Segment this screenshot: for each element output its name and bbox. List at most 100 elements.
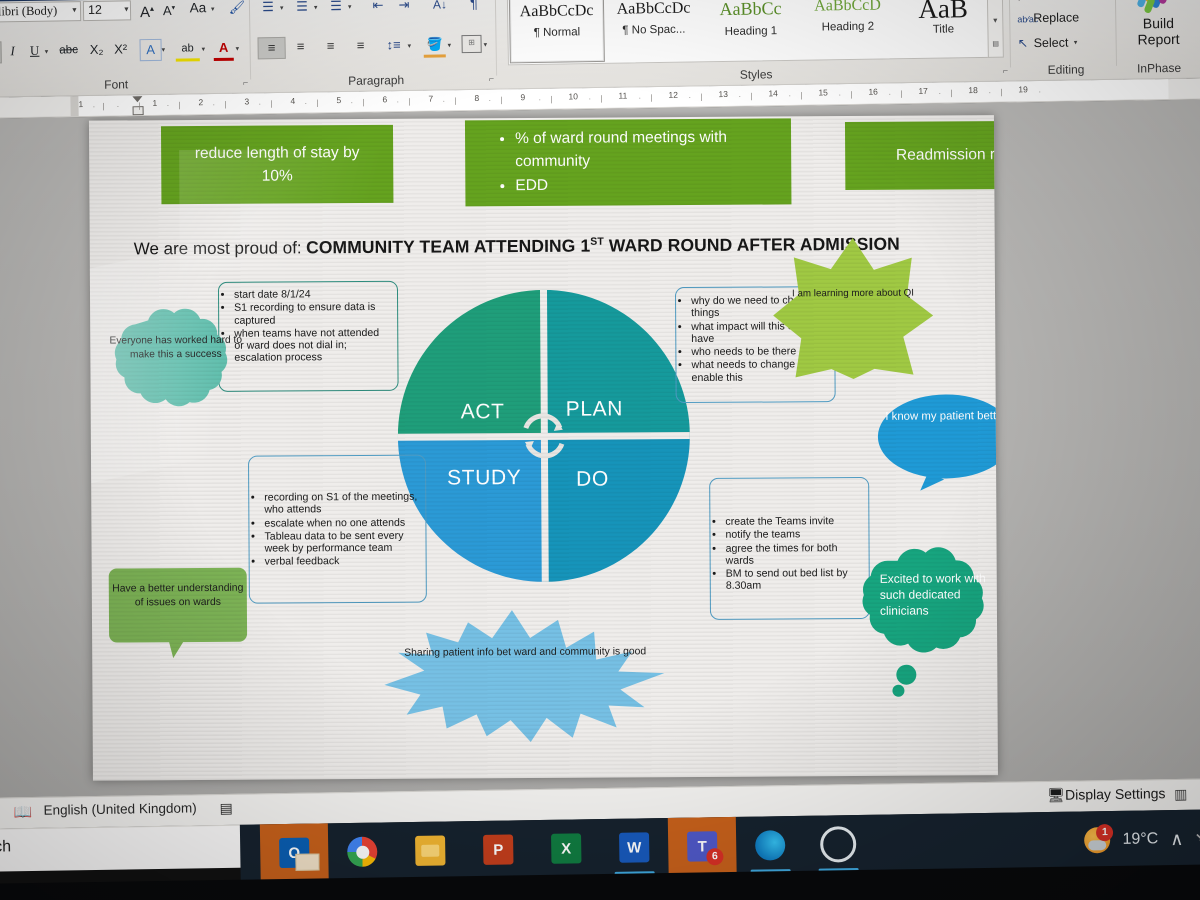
ribbon-group-font: Calibri (Body) ▼ 12 ▼ A▴ A▾ Aa ▾ 🖌 B I U… xyxy=(0,0,252,98)
decrease-indent-icon[interactable]: ⇤ xyxy=(367,0,389,16)
style-normal[interactable]: AaBbCcDc ¶ Normal xyxy=(508,0,605,64)
style-heading-1[interactable]: AaBbCc Heading 1 xyxy=(702,0,799,61)
align-right-icon[interactable]: ≡ xyxy=(317,36,343,56)
show-hidden-icons-chevron-icon[interactable]: ∧ xyxy=(1170,828,1184,849)
first-line-indent-marker[interactable] xyxy=(132,96,143,103)
weather-temperature[interactable]: 19°C xyxy=(1122,830,1158,849)
styles-more-icon[interactable]: ▤ xyxy=(988,33,1002,56)
taskbar-outlook[interactable]: O xyxy=(259,823,329,883)
highlight-icon[interactable]: ab xyxy=(175,38,200,62)
read-mode-icon[interactable]: ▥ xyxy=(1174,786,1187,803)
taskbar-file-explorer[interactable] xyxy=(396,821,465,880)
style-no-spacing[interactable]: AaBbCcDc ¶ No Spac... xyxy=(605,0,702,62)
font-color-dropdown-icon[interactable]: ▾ xyxy=(236,45,240,53)
pdsa-label-plan: PLAN xyxy=(565,397,624,421)
underline-button[interactable]: U xyxy=(25,41,43,61)
bullets-dropdown-icon[interactable]: ▾ xyxy=(280,4,284,12)
cloud-text: Everyone has worked hard to make this a … xyxy=(109,334,243,361)
callout-bullet: start date 8/1/24 xyxy=(234,288,391,301)
shape-star-qi: I am learning more about QI xyxy=(773,236,934,382)
strikethrough-button[interactable]: abc xyxy=(55,40,81,60)
show-formatting-marks-icon[interactable]: ¶ xyxy=(463,0,485,14)
bullets-icon[interactable]: ☰ xyxy=(257,0,279,17)
increase-indent-icon[interactable]: ⇥ xyxy=(393,0,415,15)
taskbar-cortana[interactable] xyxy=(804,815,873,874)
taskbar-powerpoint[interactable]: P xyxy=(464,820,533,879)
star-shape-icon xyxy=(773,238,934,380)
borders-dropdown-icon[interactable]: ▾ xyxy=(484,41,488,49)
clear-formatting-icon[interactable]: 🖌 xyxy=(227,0,247,18)
goal-box-readmission: Readmission rates xyxy=(844,120,998,191)
justify-icon[interactable]: ≡ xyxy=(347,36,373,56)
paragraph-dialog-launcher[interactable]: ⌐ xyxy=(489,74,494,84)
macro-record-icon[interactable]: ▤ xyxy=(219,800,232,817)
styles-scroll-down-icon[interactable]: ▼ xyxy=(988,10,1002,33)
shrink-font-button[interactable]: A▾ xyxy=(159,0,179,19)
font-name-input[interactable]: Calibri (Body) xyxy=(0,1,82,23)
proud-of-bold-pre: COMMUNITY TEAM ATTENDING 1 xyxy=(305,235,591,258)
styles-dialog-launcher[interactable]: ⌐ xyxy=(1003,66,1008,76)
style-preview: AaB xyxy=(918,0,969,24)
windows-search-box[interactable]: ch xyxy=(0,824,261,872)
borders-icon[interactable]: ⊞ xyxy=(461,34,482,54)
bold-button[interactable]: B xyxy=(0,41,2,64)
taskbar-word[interactable]: W xyxy=(600,818,669,877)
ruler-tick: 15 xyxy=(818,87,828,98)
text-effects-dropdown-icon[interactable]: ▾ xyxy=(162,46,166,54)
document-page[interactable]: reduce length of stay by 10% % of ward ro… xyxy=(88,115,998,781)
text-effects-icon[interactable]: A xyxy=(139,38,162,62)
multilevel-dropdown-icon[interactable]: ▾ xyxy=(348,3,352,11)
font-dialog-launcher[interactable]: ⌐ xyxy=(243,77,248,87)
replace-button[interactable]: ab⁄acReplace xyxy=(1017,10,1079,25)
subscript-button[interactable]: X₂ xyxy=(85,40,107,60)
callout-bullet: verbal feedback xyxy=(265,555,420,568)
styles-scroll-up-icon[interactable]: ▲ xyxy=(988,0,1002,10)
taskbar-teams[interactable]: T 6 xyxy=(667,816,737,876)
document-canvas[interactable]: reduce length of stay by 10% % of ward ro… xyxy=(0,99,1200,799)
superscript-button[interactable]: X² xyxy=(109,39,131,59)
proofing-errors-icon[interactable]: 📖 xyxy=(13,803,32,821)
display-settings-button[interactable]: 🖥Display Settings xyxy=(1047,785,1166,804)
font-color-icon[interactable]: A xyxy=(213,37,234,62)
font-name-dropdown-icon[interactable]: ▼ xyxy=(71,7,78,14)
underline-dropdown-icon[interactable]: ▾ xyxy=(45,48,49,56)
callout-act: start date 8/1/24 S1 recording to ensure… xyxy=(217,280,399,392)
taskbar-excel[interactable]: X xyxy=(532,819,601,878)
style-heading-2[interactable]: AaBbCcD Heading 2 xyxy=(799,0,896,59)
tray-extra-icon[interactable]: 🔌 xyxy=(1195,829,1200,847)
line-spacing-icon[interactable]: ↕≡ xyxy=(381,35,405,55)
sort-icon[interactable]: A↓ xyxy=(429,0,451,15)
shading-icon[interactable]: 🪣 xyxy=(423,34,446,58)
taskbar-chrome[interactable] xyxy=(328,822,397,881)
cloud-text: Excited to work with such dedicated clin… xyxy=(879,571,986,619)
language-label[interactable]: English (United Kingdom) xyxy=(43,800,196,817)
weather-icon[interactable]: 1 xyxy=(1084,823,1114,854)
taskbar-edge[interactable] xyxy=(736,816,805,875)
grow-font-button[interactable]: A▴ xyxy=(137,0,157,21)
align-center-icon[interactable]: ≡ xyxy=(287,36,313,56)
build-report-button[interactable]: Build Report xyxy=(1119,15,1197,48)
font-size-dropdown-icon[interactable]: ▼ xyxy=(123,6,130,13)
select-dropdown-icon[interactable]: ▾ xyxy=(1074,39,1078,46)
find-button[interactable]: 🔎Find ▾ xyxy=(1017,0,1065,2)
select-button[interactable]: ↖ Select ▾ xyxy=(1018,34,1078,51)
style-preview: AaBbCcDc xyxy=(519,2,594,21)
styles-gallery-scroll[interactable]: ▲ ▼ ▤ xyxy=(986,0,1004,58)
numbering-dropdown-icon[interactable]: ▾ xyxy=(314,3,318,11)
change-case-dropdown-icon[interactable]: ▾ xyxy=(211,5,215,13)
numbering-icon[interactable]: ☰ xyxy=(291,0,313,17)
search-input-text[interactable]: ch xyxy=(0,838,11,856)
line-spacing-dropdown-icon[interactable]: ▾ xyxy=(408,42,412,50)
change-case-button[interactable]: Aa xyxy=(185,0,211,18)
monitor-icon: 🖥 xyxy=(1046,786,1065,804)
italic-button[interactable]: I xyxy=(3,41,21,61)
highlight-dropdown-icon[interactable]: ▾ xyxy=(202,45,206,53)
screen-content: y… want to do Calibri (Body) ▼ 12 ▼ A▴ A… xyxy=(0,0,1200,900)
multilevel-list-icon[interactable]: ☰ xyxy=(325,0,347,16)
paragraph-group-label: Paragraph xyxy=(348,73,405,88)
style-title[interactable]: AaB Title xyxy=(896,0,990,58)
styles-gallery[interactable]: AaBbCcDc ¶ Normal AaBbCcDc ¶ No Spac... … xyxy=(506,0,990,66)
ruler-tick: 6 xyxy=(382,94,388,105)
align-left-icon[interactable]: ≡ xyxy=(257,36,286,60)
shading-dropdown-icon[interactable]: ▾ xyxy=(448,41,452,49)
